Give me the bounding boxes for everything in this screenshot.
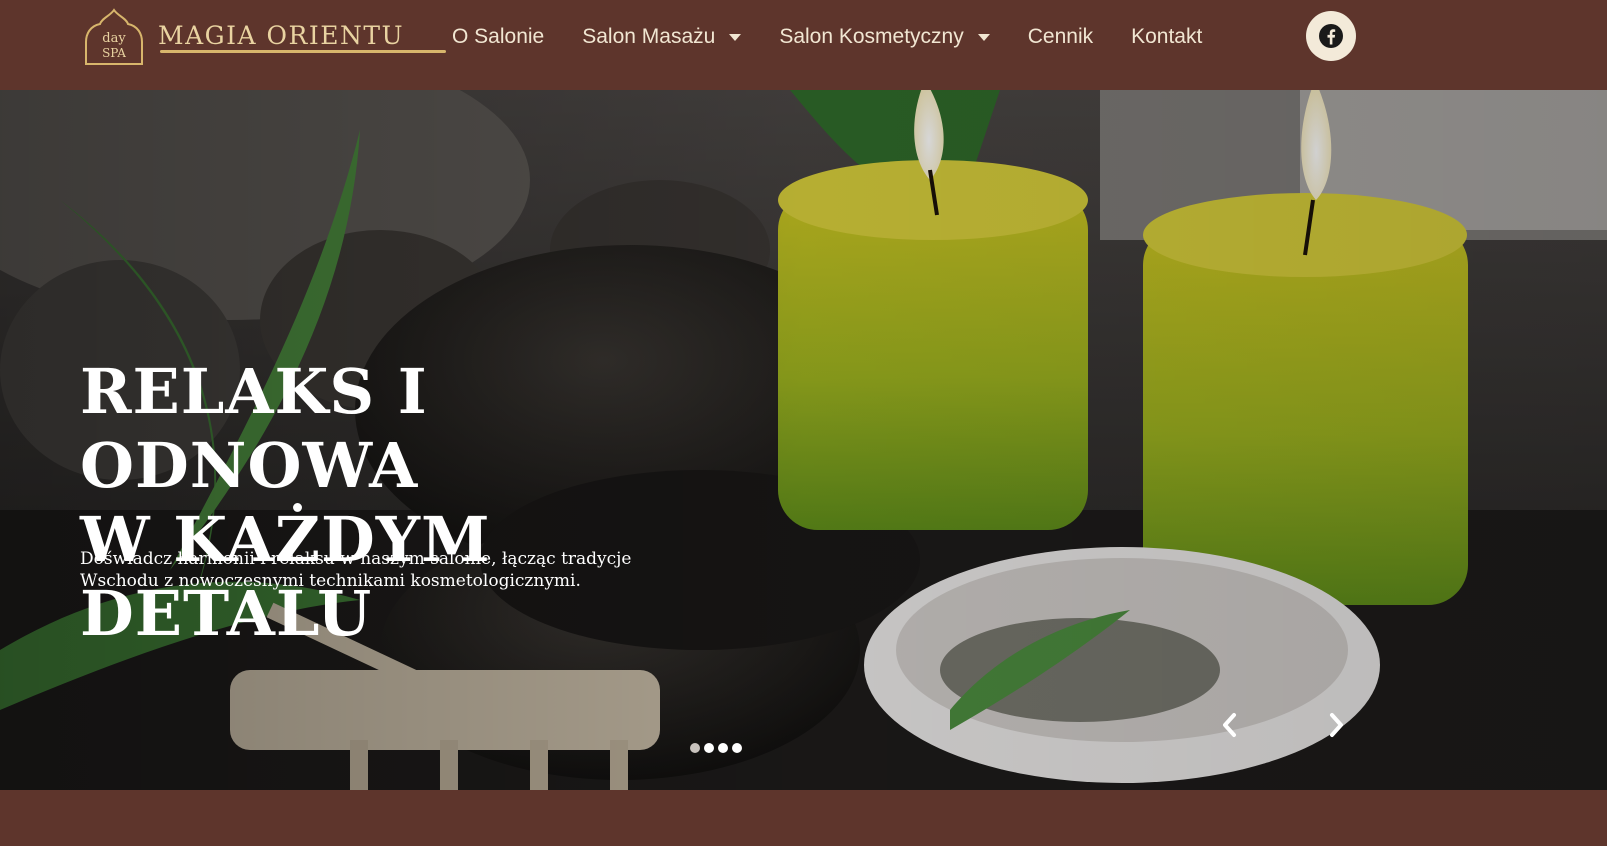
caret-down-icon — [729, 33, 742, 41]
caret-down-icon — [977, 33, 990, 41]
facebook-button[interactable] — [1306, 11, 1356, 61]
slider-dot-4[interactable] — [732, 743, 742, 753]
facebook-icon — [1319, 24, 1343, 48]
hero-subtitle-line1: Doświadcz harmonii i relaksu w naszym sa… — [80, 549, 632, 569]
hero-subtitle-line2: Wschodu z nowoczesnymi technikami kosmet… — [80, 571, 581, 591]
svg-text:day: day — [102, 31, 126, 46]
chevron-left-icon — [1223, 713, 1236, 737]
hero-title-line1: RELAKS I ODNOWA — [80, 355, 428, 502]
site-logo[interactable]: day SPA MAGIA ORIENTU — [82, 8, 446, 66]
nav-item-salon-kosmetyczny[interactable]: Salon Kosmetyczny — [779, 25, 990, 49]
slider-prev-button[interactable] — [1214, 710, 1244, 740]
nav-item-kontakt[interactable]: Kontakt — [1131, 25, 1202, 49]
svg-text:SPA: SPA — [102, 46, 126, 60]
slider-dot-2[interactable] — [704, 743, 714, 753]
slider-dots — [690, 743, 746, 753]
hero-slider: RELAKS I ODNOWA W KAŻDYM DETALU Doświadc… — [0, 90, 1607, 790]
slider-next-button[interactable] — [1322, 710, 1352, 740]
slider-dot-1[interactable] — [690, 743, 700, 753]
logo-name: MAGIA ORIENTU — [158, 20, 405, 50]
site-header: day SPA MAGIA ORIENTU O Salonie Salon Ma… — [0, 0, 1607, 90]
hero-subtitle: Doświadcz harmonii i relaksu w naszym sa… — [80, 548, 680, 592]
nav-item-cennik[interactable]: Cennik — [1028, 25, 1093, 49]
slider-dot-3[interactable] — [718, 743, 728, 753]
nav-item-salon-masazu[interactable]: Salon Masażu — [582, 25, 742, 49]
chevron-right-icon — [1330, 713, 1343, 737]
nav-item-o-salonie[interactable]: O Salonie — [452, 25, 544, 49]
main-nav: O Salonie Salon Masażu Salon Kosmetyczny… — [452, 20, 1202, 54]
day-spa-badge-icon: day SPA — [85, 8, 143, 65]
hero-title: RELAKS I ODNOWA W KAŻDYM DETALU — [80, 355, 780, 651]
logo-underline — [160, 50, 446, 53]
